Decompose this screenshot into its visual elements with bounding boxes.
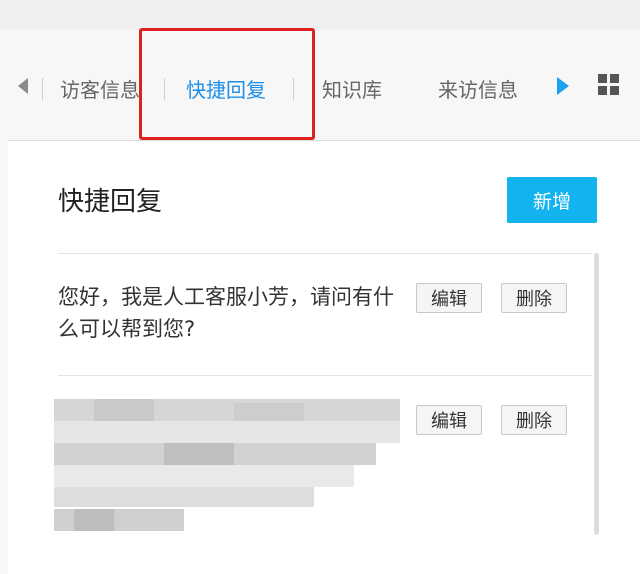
panel-title: 快捷回复 <box>58 187 163 217</box>
scroll-right-arrow-icon[interactable] <box>557 77 569 95</box>
edit-button[interactable]: 编辑 <box>416 283 482 313</box>
scrollbar[interactable] <box>594 253 599 535</box>
quick-reply-panel: 快捷回复 新增 您好，我是人工客服小芳，请问有什么可以帮到您? 编辑 删除 编辑… <box>8 141 640 574</box>
add-button[interactable]: 新增 <box>507 177 597 223</box>
divider <box>58 375 592 376</box>
redacted-reply-text <box>54 399 400 533</box>
tab-knowledge-base[interactable]: 知识库 <box>322 74 382 103</box>
edit-button[interactable]: 编辑 <box>416 405 482 435</box>
tab-visitor-info[interactable]: 访客信息 <box>60 74 146 103</box>
delete-button[interactable]: 删除 <box>501 283 567 313</box>
tab-bar: 访客信息 快捷回复 知识库 来访信息 <box>8 30 640 141</box>
scroll-left-arrow-icon[interactable] <box>18 78 28 94</box>
tab-separator <box>42 78 43 100</box>
delete-button[interactable]: 删除 <box>501 405 567 435</box>
grid-menu-icon[interactable] <box>598 74 620 96</box>
tab-visit-info[interactable]: 来访信息 <box>438 74 518 103</box>
window-top-strip <box>0 0 640 30</box>
highlight-annotation-box <box>139 28 315 140</box>
divider <box>58 253 592 254</box>
reply-text: 您好，我是人工客服小芳，请问有什么可以帮到您? <box>58 285 394 341</box>
